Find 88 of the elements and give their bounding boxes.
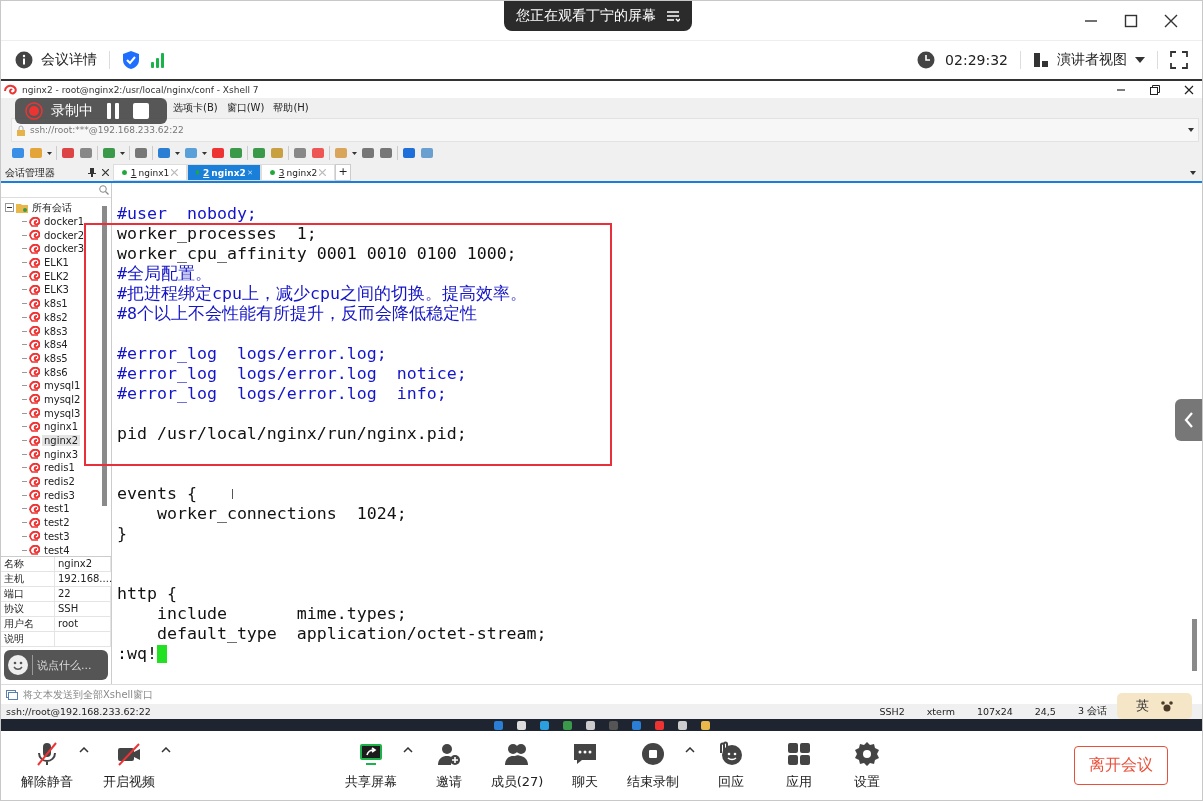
tree-item[interactable]: mysql2: [42, 393, 83, 405]
tree-item[interactable]: mysql1: [42, 380, 83, 392]
toolbar-button[interactable]: 解除静音: [15, 738, 79, 793]
code-line: worker_connections 1024;: [155, 504, 407, 524]
session-tab[interactable]: 2 nginx2: [187, 164, 261, 181]
toolbar-button[interactable]: 回应: [699, 738, 763, 793]
view-mode-button[interactable]: 演讲者视图: [1033, 51, 1145, 69]
tree-item[interactable]: ELK2: [42, 270, 71, 282]
property-value: nginx2: [55, 557, 111, 571]
property-name: 端口: [1, 587, 55, 601]
status-item: xterm: [926, 706, 955, 717]
tree-item[interactable]: test4: [42, 544, 72, 556]
code-line: #error_log logs/error.log;: [117, 344, 387, 364]
code-line: #error_log logs/error.log notice;: [117, 364, 467, 384]
tree-item[interactable]: redis3: [42, 489, 77, 501]
toolbar-button[interactable]: 成员(27): [485, 738, 549, 793]
new-tab-button[interactable]: +: [335, 164, 351, 181]
code-line: #user nobody;: [117, 204, 257, 224]
code-line: #8个以上不会性能有所提升，反而会降低稳定性: [117, 304, 477, 324]
tree-item[interactable]: redis2: [42, 476, 77, 488]
code-line: events {: [117, 484, 197, 504]
property-name: 主机: [1, 572, 55, 586]
property-name: 名称: [1, 557, 55, 571]
tree-item[interactable]: k8s3: [42, 325, 70, 337]
panel-title: 会话管理器: [5, 165, 55, 180]
session-tab[interactable]: 3 nginx2: [261, 164, 335, 181]
tree-item[interactable]: k8s6: [42, 366, 70, 378]
code-line: worker_cpu_affinity 0001 0010 0100 1000;: [117, 244, 517, 264]
property-name: 说明: [1, 632, 55, 646]
status-item: SSH2: [879, 706, 905, 717]
tree-item[interactable]: docker1: [42, 216, 87, 228]
banner-text: 您正在观看丁宁的屏幕: [516, 7, 656, 25]
property-name: 协议: [1, 602, 55, 616]
property-value: 22: [55, 587, 111, 601]
code-line: #全局配置。: [117, 264, 212, 284]
tree-item[interactable]: nginx3: [42, 448, 81, 460]
code-line: pid /usr/local/nginx/run/nginx.pid;: [117, 424, 467, 444]
code-line: #把进程绑定cpu上，减少cpu之间的切换。提高效率。: [117, 284, 527, 304]
chat-input[interactable]: 说点什么...: [4, 650, 108, 680]
tree-item[interactable]: test3: [42, 530, 72, 542]
tree-item[interactable]: k8s1: [42, 298, 70, 310]
tree-item[interactable]: mysql3: [42, 407, 83, 419]
status-item: 107x24: [976, 706, 1013, 717]
send-text-label[interactable]: 将文本发送到全部Xshell窗口: [23, 687, 154, 702]
tree-item[interactable]: ELK3: [42, 284, 71, 296]
window-title: nginx2 - root@nginx2:/usr/local/nginx/conf - Xshell 7: [22, 84, 259, 95]
property-value: root: [55, 617, 111, 631]
input-method-badge[interactable]: 英: [1117, 693, 1192, 719]
toolbar-button[interactable]: 开启视频: [97, 738, 161, 793]
code-line: default_type application/octet-stream;: [155, 624, 547, 644]
tree-item[interactable]: nginx1: [42, 421, 81, 433]
tree-item[interactable]: docker2: [42, 229, 87, 241]
code-line: }: [117, 524, 127, 544]
tree-item[interactable]: docker3: [42, 243, 87, 255]
property-name: 用户名: [1, 617, 55, 631]
tree-item[interactable]: 所有会话: [30, 200, 74, 215]
code-line: :wq!: [117, 644, 157, 664]
status-item: 3 会话: [1077, 705, 1107, 718]
tree-item[interactable]: redis1: [42, 462, 77, 474]
recording-label: 录制中: [51, 102, 93, 120]
toolbar-button[interactable]: 邀请: [417, 738, 481, 793]
menu-item[interactable]: 帮助(H): [273, 101, 309, 115]
tree-item[interactable]: k8s4: [42, 339, 70, 351]
tree-item[interactable]: test2: [42, 517, 72, 529]
session-tab[interactable]: 1 nginx1: [113, 164, 187, 181]
menu-item[interactable]: 选项卡(B): [173, 101, 218, 115]
toolbar-button[interactable]: 应用: [767, 738, 831, 793]
code-line: #error_log logs/error.log info;: [117, 384, 447, 404]
meeting-timer: 02:29:32: [945, 52, 1008, 68]
tree-item[interactable]: nginx2: [42, 435, 81, 447]
status-item: 24,5: [1034, 706, 1056, 717]
toolbar-button[interactable]: 结束录制: [621, 738, 685, 793]
meeting-details-button[interactable]: 会议详情: [15, 51, 97, 69]
tree-item[interactable]: ELK1: [42, 257, 71, 269]
property-value: SSH: [55, 602, 111, 616]
toolbar-button[interactable]: 共享屏幕: [339, 738, 403, 793]
connection-status: ssh://root@192.168.233.62:22: [6, 706, 151, 717]
code-line: include mime.types;: [155, 604, 407, 624]
leave-meeting-button[interactable]: 离开会议: [1074, 746, 1168, 785]
toolbar-button[interactable]: 聊天: [553, 738, 617, 793]
code-line: http {: [117, 584, 177, 604]
tree-item[interactable]: k8s2: [42, 311, 70, 323]
address-field[interactable]: ssh://root:***@192.168.233.62:22: [30, 125, 184, 135]
code-line: worker_processes 1;: [117, 224, 317, 244]
menu-item[interactable]: 窗口(W): [226, 101, 265, 115]
tree-item[interactable]: k8s5: [42, 352, 70, 364]
tree-item[interactable]: test1: [42, 503, 72, 515]
toolbar-button[interactable]: 设置: [835, 738, 899, 793]
